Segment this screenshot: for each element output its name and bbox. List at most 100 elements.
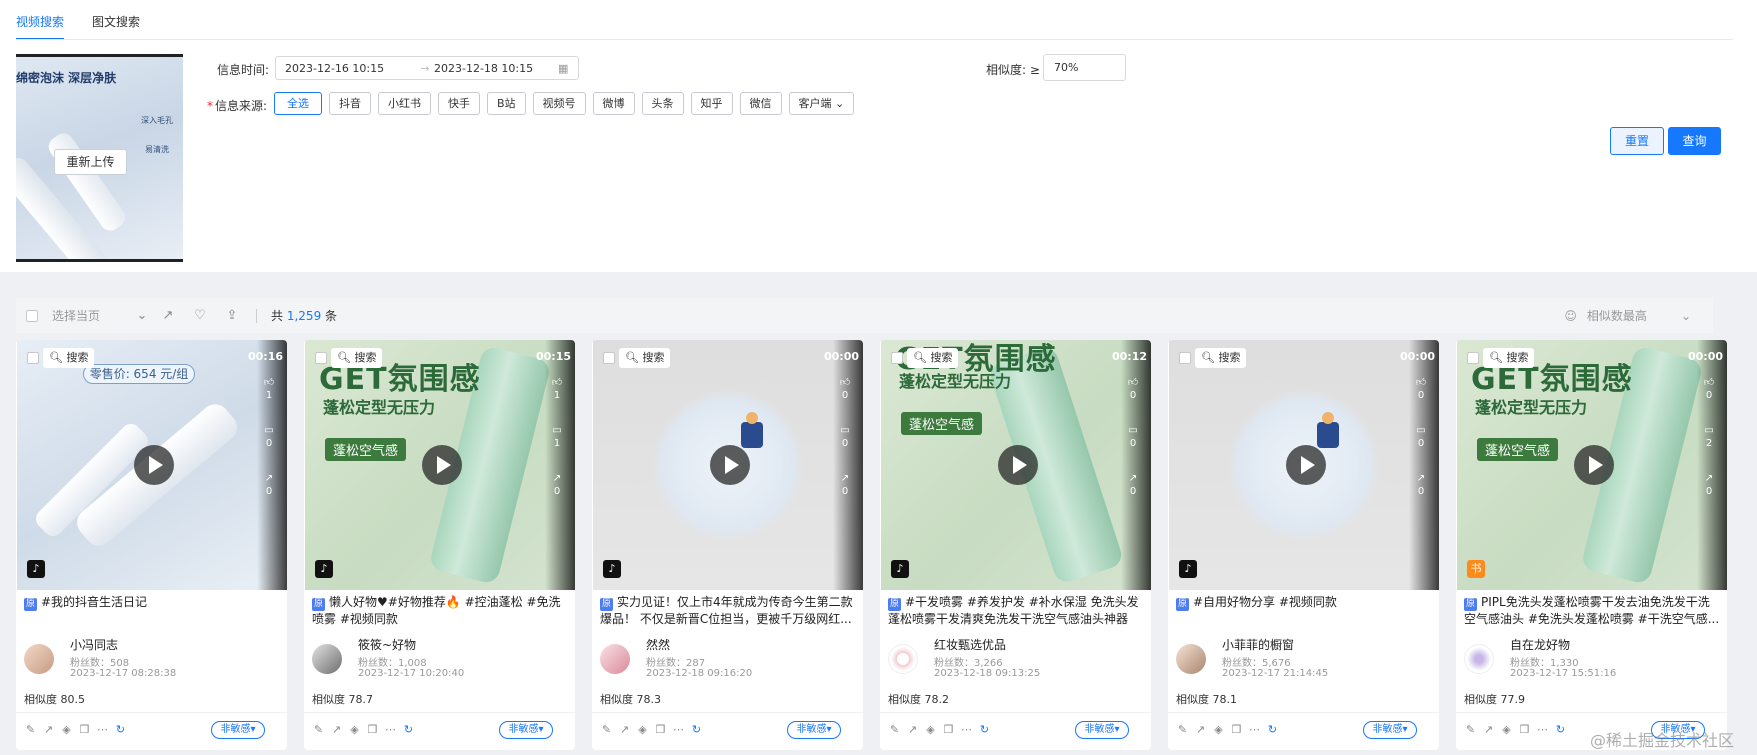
query-button[interactable]: 查询 (1668, 127, 1721, 155)
source-xiaohongshu[interactable]: 小红书 (378, 92, 431, 115)
similar-search-button[interactable]: 🔍︎ 搜索 (43, 348, 95, 368)
source-kuaishou[interactable]: 快手 (438, 92, 480, 115)
refresh-icon[interactable]: ↻ (978, 723, 991, 736)
sort-dropdown[interactable]: ☺ 相似数最高 ⌄ (1564, 298, 1691, 333)
tag-icon[interactable]: ◈ (60, 723, 73, 736)
share-icon[interactable]: ↗ (1194, 723, 1207, 736)
source-douyin[interactable]: 抖音 (329, 92, 371, 115)
more-icon[interactable]: ⋯ (1536, 723, 1549, 736)
uploaded-image-preview[interactable]: 绵密泡沫 深层净肤 深入毛孔 易清洗 重新上传 (16, 54, 183, 262)
heart-icon[interactable]: ♡ (192, 308, 208, 324)
author-name[interactable]: 筱筱~好物 (358, 636, 416, 653)
author-name[interactable]: 红妆甄选优品 (934, 636, 1006, 653)
similar-search-button[interactable]: 🔍︎ 搜索 (331, 348, 383, 368)
copy-icon[interactable]: ❐ (942, 723, 955, 736)
source-bilibili[interactable]: B站 (487, 92, 526, 115)
reset-button[interactable]: 重置 (1610, 127, 1664, 155)
start-date-input[interactable]: 2023-12-16 10:15 (276, 62, 416, 75)
share-icon[interactable]: ↗ (1482, 723, 1495, 736)
play-button[interactable] (134, 445, 174, 485)
upload-icon[interactable]: ⇪ (224, 308, 240, 324)
similarity-input[interactable]: 70% (1043, 54, 1126, 81)
source-shipinhao[interactable]: 视频号 (532, 92, 586, 115)
card-checkbox[interactable] (1467, 352, 1479, 364)
refresh-icon[interactable]: ↻ (690, 723, 703, 736)
source-all[interactable]: 全选 (274, 92, 322, 115)
card-title[interactable]: 原实力见证！仅上市4年就成为传奇今生第二款爆品！ 不仅是新晋C位担当，更被千万级… (600, 594, 856, 628)
similar-search-button[interactable]: 🔍︎ 搜索 (907, 348, 959, 368)
author-name[interactable]: 自在龙好物 (1510, 636, 1570, 653)
tab-image-text-search[interactable]: 图文搜索 (92, 0, 140, 40)
source-zhihu[interactable]: 知乎 (690, 92, 733, 115)
refresh-icon[interactable]: ↻ (402, 723, 415, 736)
tag-icon[interactable]: ◈ (924, 723, 937, 736)
tab-video-search[interactable]: 视频搜索 (16, 0, 65, 40)
tag-icon[interactable]: ◈ (1212, 723, 1225, 736)
more-icon[interactable]: ⋯ (672, 723, 685, 736)
copy-icon[interactable]: ❐ (366, 723, 379, 736)
card-title[interactable]: 原 #我的抖音生活日记 (24, 594, 280, 611)
note-icon[interactable]: ✎ (24, 723, 37, 736)
tag-icon[interactable]: ◈ (1500, 723, 1513, 736)
calendar-icon[interactable]: ▦ (558, 62, 568, 75)
more-icon[interactable]: ⋯ (960, 723, 973, 736)
avatar[interactable] (1176, 644, 1206, 674)
avatar[interactable] (1464, 644, 1494, 674)
card-title[interactable]: 原 #干发喷雾 #养发护发 #补水保湿 免洗头发蓬松喷雾干发清爽免洗发干洗空气感油… (888, 594, 1144, 628)
avatar[interactable] (312, 644, 342, 674)
card-checkbox[interactable] (891, 352, 903, 364)
tag-icon[interactable]: ◈ (636, 723, 649, 736)
more-icon[interactable]: ⋯ (384, 723, 397, 736)
play-button[interactable] (422, 445, 462, 485)
source-toutiao[interactable]: 头条 (641, 92, 684, 115)
result-card[interactable]: 零售价: 654 元/组 🔍︎ 搜索 00:16 👍︎ 1 ▭ 0 ↗ 0 ♪ 原 #我… (16, 340, 287, 750)
date-range-picker[interactable]: 2023-12-16 10:15 → 2023-12-18 10:15 ▦ (275, 56, 579, 80)
author-name[interactable]: 然然 (646, 636, 670, 653)
card-checkbox[interactable] (603, 352, 615, 364)
share-icon[interactable]: ↗ (42, 723, 55, 736)
result-card[interactable]: GET氛围感 蓬松定型无压力 蓬松空气感 🔍︎ 搜索 00:00 👍︎ 0 ▭ 2 … (1456, 340, 1727, 750)
author-name[interactable]: 小冯同志 (70, 636, 118, 653)
note-icon[interactable]: ✎ (1464, 723, 1477, 736)
play-button[interactable] (1286, 445, 1326, 485)
select-all-checkbox[interactable] (26, 309, 38, 322)
card-checkbox[interactable] (27, 352, 39, 364)
source-client-dropdown[interactable]: 客户端 ⌄ (788, 92, 855, 115)
copy-icon[interactable]: ❐ (78, 723, 91, 736)
tag-icon[interactable]: ◈ (348, 723, 361, 736)
source-weibo[interactable]: 微博 (592, 92, 635, 115)
note-icon[interactable]: ✎ (600, 723, 613, 736)
sentiment-dropdown[interactable]: 非敏感▾ (1363, 721, 1417, 739)
share-icon[interactable]: ↗ (618, 723, 631, 736)
avatar[interactable] (24, 644, 54, 674)
copy-icon[interactable]: ❐ (1230, 723, 1243, 736)
video-thumbnail[interactable]: GET氛围感 蓬松定型无压力 蓬松空气感 🔍︎ 搜索 00:15 👍︎ 1 ▭ 1 … (305, 340, 575, 590)
card-title[interactable]: 原 #自用好物分享 #视频同款 (1176, 594, 1432, 611)
share-icon[interactable]: ↗ (160, 308, 176, 324)
chevron-down-icon[interactable]: ⌄ (134, 308, 150, 324)
similar-search-button[interactable]: 🔍︎ 搜索 (1483, 348, 1535, 368)
result-card[interactable]: GET氛围感 蓬松定型无压力 蓬松空气感 🔍︎ 搜索 00:15 👍︎ 1 ▭ 1 … (304, 340, 575, 750)
video-thumbnail[interactable]: GET氛围感 蓬松定型无压力 蓬松空气感 🔍︎ 搜索 00:00 👍︎ 0 ▭ 2 … (1457, 340, 1727, 590)
refresh-icon[interactable]: ↻ (1554, 723, 1567, 736)
more-icon[interactable]: ⋯ (96, 723, 109, 736)
sentiment-dropdown[interactable]: 非敏感▾ (499, 721, 553, 739)
video-thumbnail[interactable]: 零售价: 654 元/组 🔍︎ 搜索 00:16 👍︎ 1 ▭ 0 ↗ 0 ♪ (17, 340, 287, 590)
sentiment-dropdown[interactable]: 非敏感▾ (211, 721, 265, 739)
note-icon[interactable]: ✎ (888, 723, 901, 736)
sentiment-dropdown[interactable]: 非敏感▾ (787, 721, 841, 739)
result-card[interactable]: GET氛围感 蓬松定型无压力 蓬松空气感 🔍︎ 搜索 00:12 👍︎ 0 ▭ 0 … (880, 340, 1151, 750)
card-checkbox[interactable] (1179, 352, 1191, 364)
source-wechat[interactable]: 微信 (739, 92, 782, 115)
share-icon[interactable]: ↗ (906, 723, 919, 736)
share-icon[interactable]: ↗ (330, 723, 343, 736)
end-date-input[interactable]: 2023-12-18 10:15 (434, 62, 558, 75)
play-button[interactable] (1574, 445, 1614, 485)
card-title[interactable]: 原 PIPL免洗头发蓬松喷雾干发去油免洗发干洗空气感油头 #免洗头发蓬松喷雾 #干… (1464, 594, 1720, 628)
avatar[interactable] (600, 644, 630, 674)
video-thumbnail[interactable]: 🔍︎ 搜索 00:00 👍︎ 0 ▭ 0 ↗ 0 ♪ (593, 340, 863, 590)
author-name[interactable]: 小菲菲的橱窗 (1222, 636, 1294, 653)
avatar[interactable] (888, 644, 918, 674)
play-button[interactable] (710, 445, 750, 485)
reupload-button[interactable]: 重新上传 (54, 149, 127, 175)
